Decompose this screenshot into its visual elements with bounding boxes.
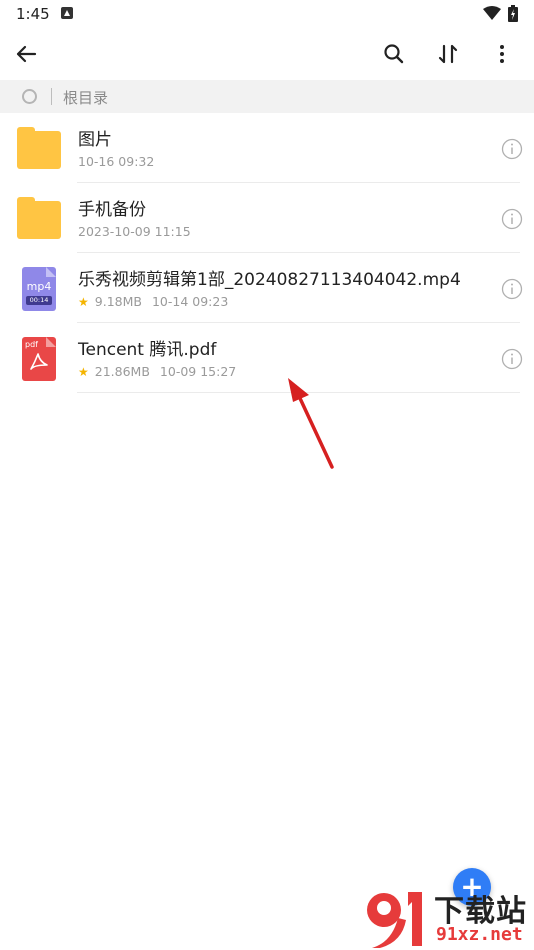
file-size: 9.18MB	[94, 294, 142, 309]
watermark: 下载站 91xz.net	[362, 884, 534, 950]
star-icon: ★	[78, 294, 89, 309]
folder-icon	[17, 127, 61, 171]
file-row-phone-backup[interactable]: 手机备份 2023-10-09 11:15	[0, 183, 534, 253]
video-duration: 00:14	[26, 296, 52, 305]
back-button[interactable]	[6, 34, 46, 74]
back-arrow-icon	[16, 45, 37, 63]
toolbar	[0, 28, 534, 80]
file-meta: ★ 21.86MB 10-09 15:27	[78, 364, 236, 379]
watermark-url: 91xz.net	[436, 924, 523, 945]
file-date: 2023-10-09 11:15	[78, 224, 191, 239]
file-name: 图片	[78, 130, 112, 150]
star-icon: ★	[78, 364, 89, 379]
video-file-icon: mp4 00:14	[17, 267, 61, 311]
sort-icon	[438, 44, 458, 64]
breadcrumb-root[interactable]: 根目录	[63, 87, 108, 108]
info-icon[interactable]	[501, 348, 523, 370]
breadcrumb: 根目录	[0, 80, 534, 113]
breadcrumb-divider	[51, 88, 52, 105]
pdf-ext-label: pdf	[25, 340, 38, 349]
more-icon	[500, 45, 504, 63]
file-size: 21.86MB	[94, 364, 150, 379]
file-date: 10-09 15:27	[159, 364, 237, 379]
info-icon[interactable]	[501, 138, 523, 160]
status-bar: 1:45	[0, 0, 534, 28]
file-date: 10-16 09:32	[78, 154, 155, 169]
search-icon	[384, 44, 404, 64]
wifi-icon	[483, 6, 501, 20]
video-ext-label: mp4	[26, 280, 52, 293]
acrobat-logo-icon	[30, 353, 48, 370]
file-date: 10-14 09:23	[151, 294, 229, 309]
notification-icon	[61, 7, 73, 19]
file-meta: 2023-10-09 11:15	[78, 224, 191, 239]
info-icon[interactable]	[501, 208, 523, 230]
info-icon[interactable]	[501, 278, 523, 300]
file-row-pictures[interactable]: 图片 10-16 09:32	[0, 113, 534, 183]
file-name: Tencent 腾讯.pdf	[78, 340, 217, 360]
search-button[interactable]	[374, 34, 414, 74]
file-meta: 10-16 09:32	[78, 154, 154, 169]
watermark-logo-icon	[367, 892, 422, 948]
select-all-radio[interactable]	[22, 89, 37, 104]
file-name: 乐秀视频剪辑第1部_20240827113404042.mp4	[78, 270, 461, 290]
folder-icon	[17, 197, 61, 241]
annotation-arrow	[288, 378, 334, 469]
file-meta: ★ 9.18MB 10-14 09:23	[78, 294, 228, 309]
sort-button[interactable]	[428, 34, 468, 74]
file-name: 手机备份	[78, 200, 146, 220]
file-row-pdf[interactable]: pdf Tencent 腾讯.pdf ★ 21.86MB 10-09 15:27	[0, 323, 534, 393]
battery-icon	[508, 5, 518, 22]
status-time: 1:45	[16, 5, 50, 23]
more-options-button[interactable]	[482, 34, 522, 74]
file-row-video[interactable]: mp4 00:14 乐秀视频剪辑第1部_20240827113404042.mp…	[0, 253, 534, 323]
pdf-file-icon: pdf	[17, 337, 61, 381]
file-list: 图片 10-16 09:32 手机备份 2023-10-09 11:15 mp4	[0, 113, 534, 393]
